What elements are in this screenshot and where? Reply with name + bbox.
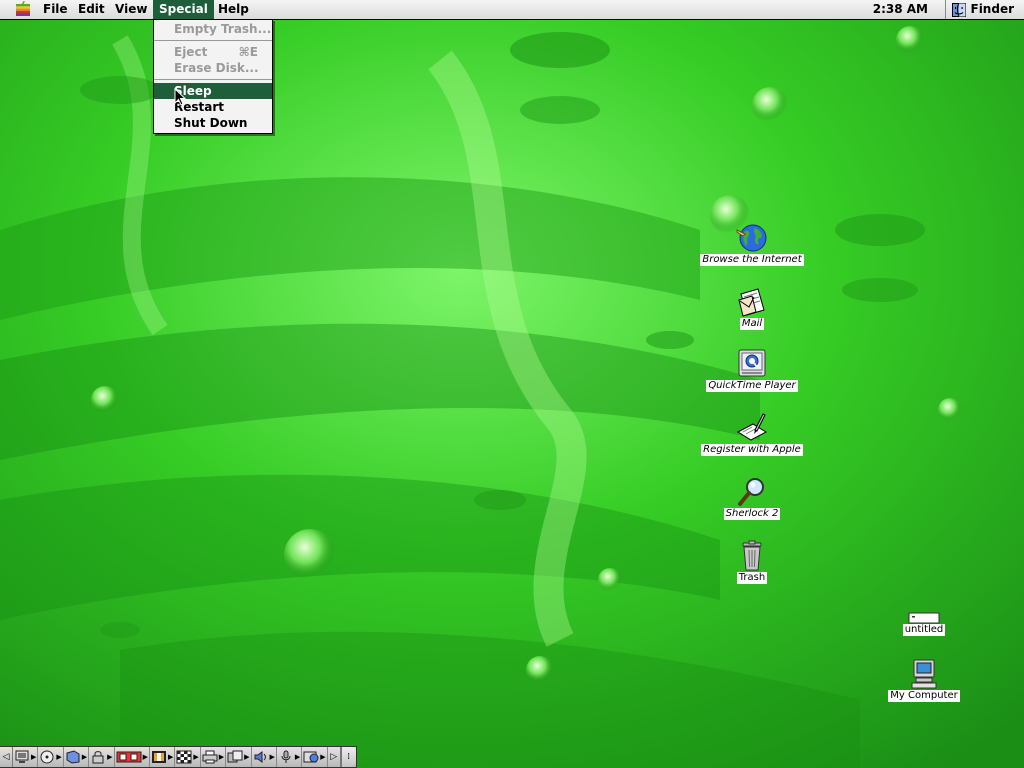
popup-arrow-icon: ▶	[167, 753, 174, 761]
microphone-icon	[281, 750, 291, 763]
desktop-icon-sherlock-2[interactable]: Sherlock 2	[718, 476, 786, 520]
mail-icon	[738, 288, 765, 317]
popup-arrow-icon: ▶	[218, 753, 225, 761]
menu-help[interactable]: Help	[212, 0, 255, 19]
menu-item-sleep[interactable]: Sleep	[154, 83, 272, 99]
menu-separator	[154, 40, 272, 41]
menu-item-eject[interactable]: Eject ⌘E	[154, 44, 272, 60]
menu-item-label: Erase Disk...	[174, 61, 259, 75]
control-strip-file-sharing-module[interactable]: ▶	[89, 747, 115, 767]
menu-bar: File Edit View Special Help 2:38 AM Find…	[0, 0, 1024, 20]
desktop-icon-register-with-apple[interactable]: Register with Apple	[698, 412, 806, 456]
control-strip-collapse-tab[interactable]: ⁞	[340, 747, 356, 767]
computer-icon	[911, 659, 937, 689]
extensions-puzzle-icon	[66, 750, 80, 764]
control-strip-cd-module[interactable]: ▶	[38, 747, 64, 767]
popup-arrow-icon: ▶	[142, 753, 148, 761]
menu-separator	[154, 79, 272, 80]
desktop-icon-label: Register with Apple	[701, 444, 803, 456]
control-strip-printer-module[interactable]: ▶	[201, 747, 227, 767]
application-menu[interactable]: Finder	[944, 0, 1015, 19]
file-exchange-icon	[227, 750, 243, 763]
desktop-icon-my-computer[interactable]: My Computer	[886, 658, 962, 702]
control-strip-monitor-bit-depth-module[interactable]: ▶	[175, 747, 201, 767]
control-strip-keyboard-module[interactable]: ▶	[150, 747, 176, 767]
desktop[interactable]: File Edit View Special Help 2:38 AM Find…	[0, 0, 1024, 768]
desktop-icon-label: Mail	[739, 318, 765, 330]
control-strip: ◁ ▶ ▶ ▶ ▶ ▶ ▶ ▶ ▶ ▶ ▶ ▶ ▶ ▷ ⁞	[0, 746, 357, 768]
popup-arrow-icon: ▶	[81, 753, 88, 761]
special-menu-dropdown: Empty Trash... Eject ⌘E Erase Disk... Sl…	[153, 19, 273, 134]
menu-item-erase-disk[interactable]: Erase Disk...	[154, 60, 272, 76]
desktop-icon-label: untitled	[902, 624, 946, 636]
menu-edit[interactable]: Edit	[72, 0, 111, 19]
popup-arrow-icon: ▶	[294, 753, 301, 761]
menu-item-label: Empty Trash...	[174, 22, 272, 36]
web-sharing-icon	[303, 751, 319, 763]
mouse-cursor-icon	[174, 88, 186, 106]
popup-arrow-icon: ▶	[56, 753, 62, 761]
desktop-icon-label: Trash	[736, 572, 768, 584]
menu-clock[interactable]: 2:38 AM	[873, 0, 928, 19]
control-strip-right-scroll[interactable]: ▷	[328, 747, 341, 767]
control-strip-web-sharing-module[interactable]: ▶	[302, 747, 328, 767]
menu-item-shut-down[interactable]: Shut Down	[154, 115, 272, 131]
popup-arrow-icon: ▶	[244, 753, 250, 761]
apple-menu[interactable]	[12, 0, 34, 19]
menu-item-empty-trash[interactable]: Empty Trash...	[154, 21, 272, 37]
magnifier-icon	[738, 478, 764, 506]
control-strip-extensions-module[interactable]: ▶	[64, 747, 90, 767]
cd-icon	[40, 750, 54, 764]
quicktime-icon	[738, 349, 766, 377]
finder-face-icon	[951, 2, 966, 17]
desktop-icon-label: Sherlock 2	[723, 508, 781, 520]
popup-arrow-icon: ▶	[269, 753, 275, 761]
keyboard-icon	[151, 751, 166, 763]
desktop-icon-quicktime-player[interactable]: QuickTime Player	[700, 348, 804, 392]
menu-item-label: Shut Down	[174, 116, 248, 130]
desktop-icon-label: My Computer	[888, 690, 960, 702]
menu-item-label: Eject	[174, 45, 208, 59]
popup-arrow-icon: ▶	[193, 753, 199, 761]
control-strip-location-module[interactable]: ▶	[115, 747, 150, 767]
control-strip-file-exchange-module[interactable]: ▶	[226, 747, 252, 767]
desktop-icon-label: QuickTime Player	[706, 380, 798, 392]
printer-icon	[202, 750, 218, 764]
popup-arrow-icon: ▶	[107, 753, 113, 761]
desktop-icon-untitled[interactable]: untitled	[898, 612, 950, 636]
control-strip-monitor-module[interactable]: ▶	[13, 747, 39, 767]
menu-special[interactable]: Special	[153, 0, 214, 19]
lock-icon	[92, 751, 104, 764]
popup-arrow-icon: ▶	[31, 753, 37, 761]
control-strip-sound-source-module[interactable]: ▶	[277, 747, 303, 767]
menu-view[interactable]: View	[109, 0, 153, 19]
location-manager-icon	[116, 751, 142, 763]
desktop-icon-browse-the-internet[interactable]: Browse the Internet	[698, 222, 806, 266]
menu-item-restart[interactable]: Restart	[154, 99, 272, 115]
control-strip-left-scroll[interactable]: ◁	[0, 747, 13, 767]
monitor-icon	[15, 750, 29, 763]
disk-icon	[908, 612, 940, 624]
desktop-icon-trash[interactable]: Trash	[730, 540, 774, 584]
apple-logo-icon	[16, 0, 30, 16]
checkerboard-icon	[176, 750, 192, 764]
control-strip-sound-volume-module[interactable]: ▶	[252, 747, 277, 767]
active-application-name: Finder	[970, 2, 1015, 16]
desktop-icon-label: Browse the Internet	[700, 254, 804, 266]
trash-icon	[742, 540, 762, 571]
desktop-icon-mail[interactable]: Mail	[728, 286, 776, 330]
register-icon	[736, 413, 768, 441]
popup-arrow-icon: ▶	[320, 753, 326, 761]
menu-item-shortcut: ⌘E	[238, 45, 258, 59]
globe-icon	[736, 224, 767, 252]
speaker-icon	[254, 751, 266, 763]
menu-file[interactable]: File	[37, 0, 74, 19]
